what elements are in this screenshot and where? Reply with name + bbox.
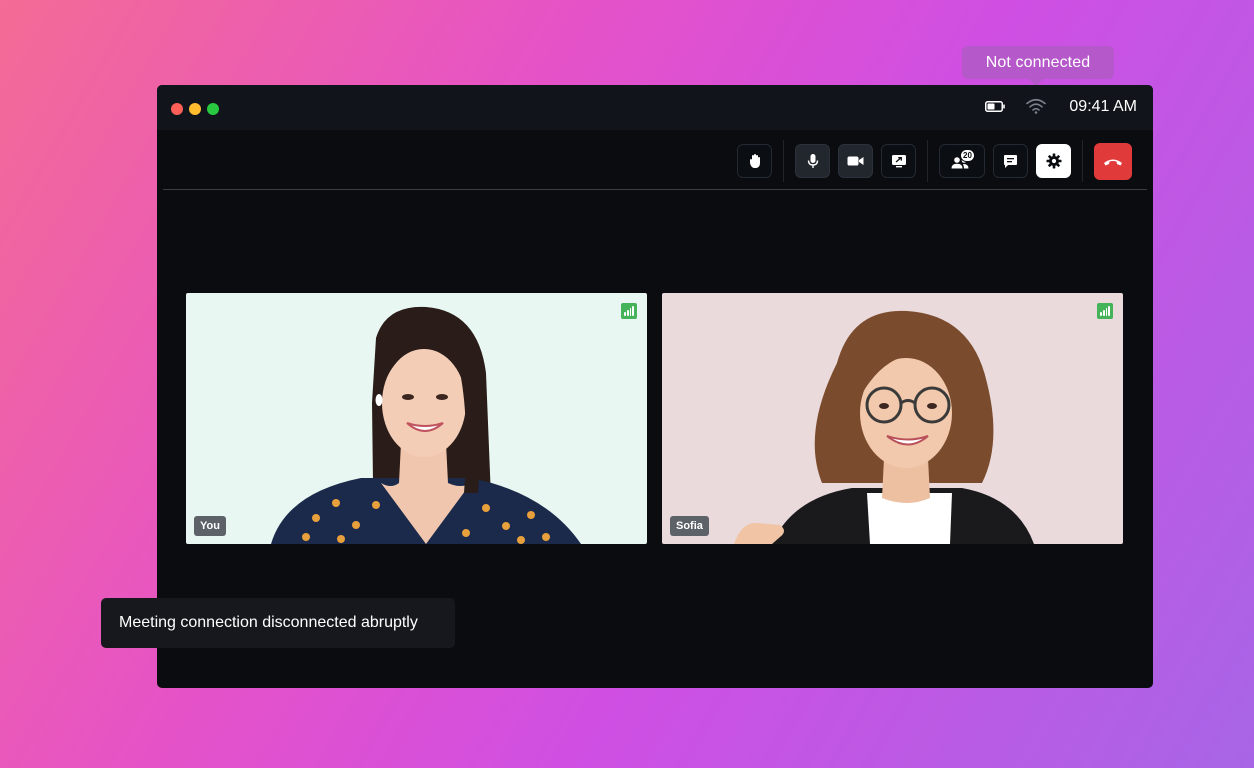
toolbar-separator [927, 140, 928, 182]
participants-button[interactable]: 20 [939, 144, 985, 178]
network-status-tooltip: Not connected [962, 46, 1114, 86]
video-tile-you[interactable]: You [186, 293, 647, 544]
gear-icon [1046, 153, 1061, 169]
toolbar-separator [1082, 140, 1083, 182]
toolbar-divider [163, 189, 1147, 190]
chat-button[interactable] [993, 144, 1028, 178]
camera-button[interactable] [838, 144, 873, 178]
participant-video-you [271, 306, 581, 544]
clock-time: 09:41 AM [1069, 98, 1137, 115]
settings-button[interactable] [1036, 144, 1071, 178]
participant-name-tag: Sofia [670, 516, 709, 536]
participant-name-tag: You [194, 516, 226, 536]
signal-strength-icon [621, 303, 637, 319]
participant-video-sofia [734, 310, 1034, 544]
microphone-button[interactable] [795, 144, 830, 178]
close-window-button[interactable] [171, 103, 183, 115]
minimize-window-button[interactable] [189, 103, 201, 115]
video-tile-sofia[interactable]: Sofia [662, 293, 1123, 544]
chat-icon [1004, 154, 1017, 168]
network-status-text: Not connected [985, 53, 1091, 71]
title-bar: 09:41 AM [157, 85, 1153, 130]
maximize-window-button[interactable] [207, 103, 219, 115]
end-call-button[interactable] [1094, 143, 1132, 180]
raise-hand-button[interactable] [737, 144, 772, 178]
microphone-icon [807, 154, 818, 168]
toolbar-separator [783, 140, 784, 182]
share-screen-icon [891, 155, 906, 168]
battery-icon [985, 101, 1005, 112]
wifi-icon[interactable] [1026, 98, 1046, 114]
signal-strength-icon [1097, 303, 1113, 319]
participants-count-badge: 20 [960, 149, 975, 162]
toast-message: Meeting connection disconnected abruptly [119, 614, 418, 631]
hand-icon [749, 154, 760, 168]
share-screen-button[interactable] [881, 144, 916, 178]
meeting-toolbar: 20 [157, 130, 1153, 190]
video-camera-icon [847, 156, 864, 166]
phone-hangup-icon [1104, 159, 1122, 165]
disconnect-toast: Meeting connection disconnected abruptly [101, 598, 455, 648]
